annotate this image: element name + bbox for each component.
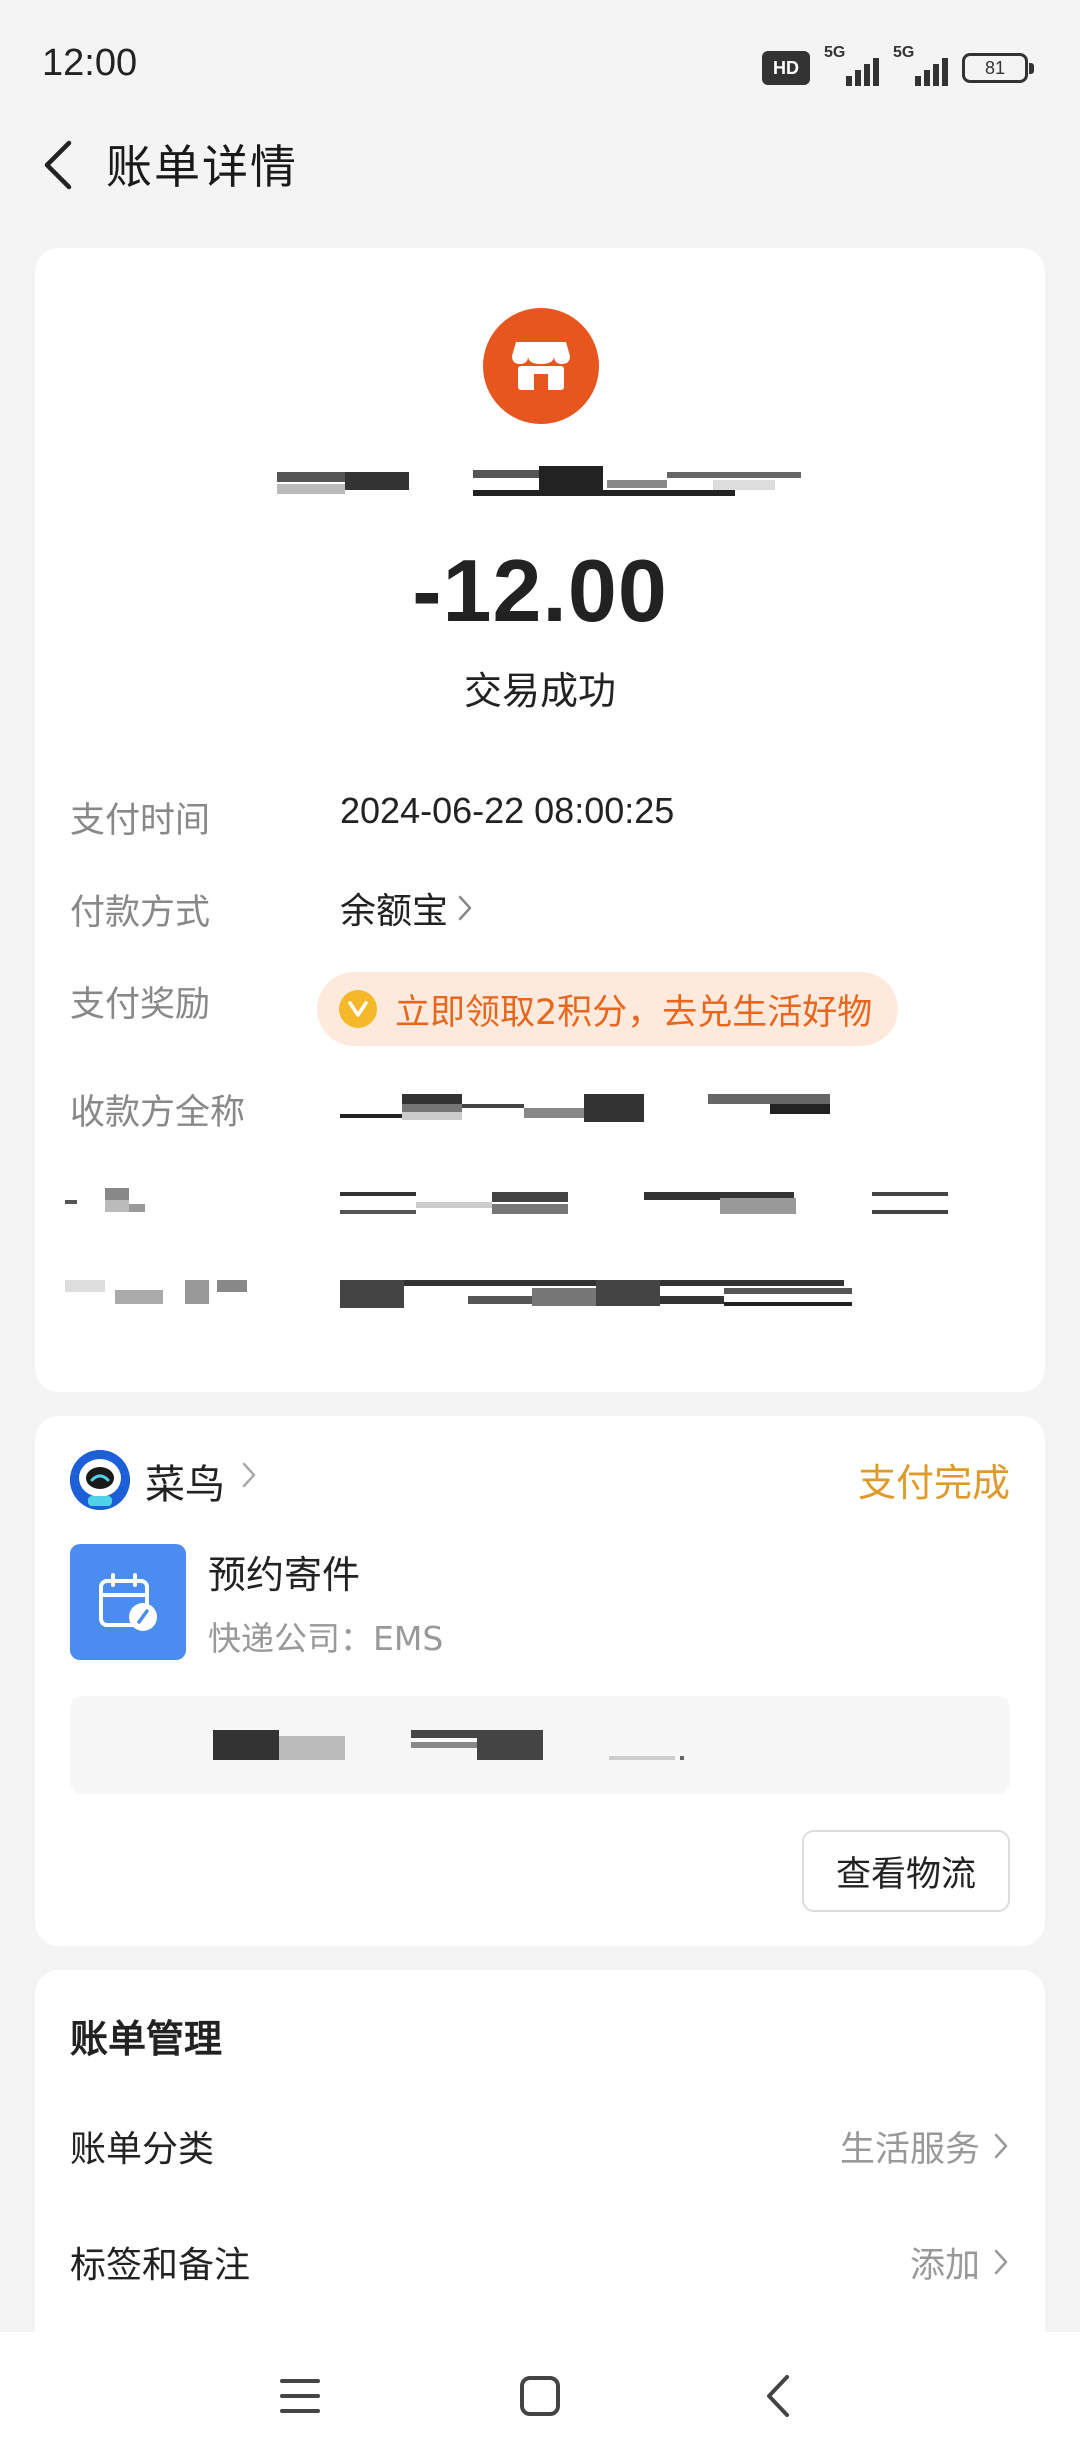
calendar-edit-icon [70, 1544, 186, 1660]
back-triangle-icon[interactable] [738, 2360, 818, 2432]
coin-icon [339, 990, 377, 1028]
section-title: 账单管理 [70, 2017, 223, 2061]
chevron-right-icon [994, 2249, 1008, 2275]
tags-notes-row[interactable]: 标签和备注 添加 [70, 2222, 1010, 2302]
battery-icon: 81 [962, 53, 1034, 83]
courier-company: 快递公司：EMS [208, 1619, 444, 1658]
pay-time-value: 2024-06-22 08:00:25 [340, 790, 675, 831]
merchant-name-redacted [277, 466, 837, 500]
pay-method-label: 付款方式 [70, 893, 211, 933]
payee-value-redacted [340, 1090, 900, 1126]
redacted-value-2 [340, 1276, 900, 1316]
chevron-right-icon [458, 895, 472, 921]
redacted-value-1 [340, 1184, 960, 1224]
reward-label: 支付奖励 [70, 985, 211, 1025]
system-nav-bar [0, 2332, 1080, 2460]
page-title: 账单详情 [106, 140, 298, 194]
menu-icon[interactable] [260, 2360, 340, 2432]
view-logistics-button[interactable]: 查看物流 [802, 1830, 1010, 1912]
signal-icon-sim2: 5G [893, 44, 948, 86]
tags-notes-value: 添加 [909, 2245, 980, 2286]
pay-time-label: 支付时间 [70, 801, 211, 841]
reward-button[interactable]: 立即领取2积分，去兑生活好物 [317, 972, 899, 1046]
redacted-label-1 [65, 1184, 195, 1224]
status-time: 12:00 [42, 42, 138, 84]
trade-status: 交易成功 [463, 669, 616, 713]
bill-category-row[interactable]: 账单分类 生活服务 [70, 2106, 1010, 2186]
bill-category-label: 账单分类 [70, 2129, 215, 2170]
status-icons: HD 5G 5G 81 [762, 44, 1034, 88]
store-icon [483, 308, 599, 424]
pay-method-value: 余额宝 [340, 891, 449, 932]
home-square-icon[interactable] [500, 2360, 580, 2432]
payment-status: 支付完成 [857, 1461, 1010, 1505]
redacted-label-2 [65, 1276, 265, 1316]
cainiao-logo[interactable] [70, 1450, 130, 1510]
battery-level: 81 [984, 57, 1006, 78]
chevron-left-icon[interactable] [30, 137, 86, 193]
bill-category-value: 生活服务 [839, 2129, 980, 2170]
chevron-right-icon [994, 2133, 1008, 2159]
chevron-right-icon[interactable] [240, 1460, 258, 1490]
cainiao-card: 菜鸟 支付完成 预约寄件 快递公司：EMS 查看物流 [35, 1416, 1045, 1946]
bill-amount: -12.00 [412, 541, 668, 640]
tracking-info-redacted [70, 1696, 1010, 1794]
bill-card: -12.00 交易成功 支付时间 2024-06-22 08:00:25 付款方… [35, 248, 1045, 1392]
header: 账单详情 [0, 125, 1080, 205]
network-type-label: 5G [893, 44, 915, 61]
cainiao-name[interactable]: 菜鸟 [145, 1452, 225, 1510]
reward-text: 立即领取2积分，去兑生活好物 [395, 992, 873, 1033]
status-bar: 12:00 HD 5G 5G 81 [0, 0, 1080, 135]
service-title: 预约寄件 [208, 1553, 361, 1597]
signal-icon-sim1: 5G [824, 44, 879, 86]
network-type-label: 5G [824, 44, 846, 61]
pay-method-link[interactable]: 余额宝 [340, 882, 474, 934]
tags-notes-label: 标签和备注 [70, 2245, 251, 2286]
hd-icon: HD [762, 51, 810, 85]
payee-label: 收款方全称 [70, 1093, 246, 1133]
